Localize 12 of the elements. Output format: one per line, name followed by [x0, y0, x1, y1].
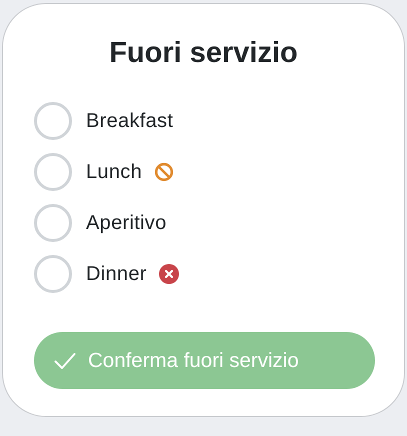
option-label: Dinner [86, 262, 147, 286]
prohibited-icon [154, 162, 174, 182]
radio-button[interactable] [34, 255, 72, 293]
popover-title: Fuori servizio [108, 37, 299, 70]
checkmark-icon [54, 352, 76, 370]
option-label: Lunch [86, 160, 142, 184]
x-circle-icon [158, 264, 179, 284]
option-label: Breakfast [86, 110, 174, 132]
radio-button[interactable] [34, 204, 72, 242]
radio-button[interactable] [34, 102, 72, 140]
radio-button[interactable] [34, 153, 72, 191]
option-label: Aperitivo [86, 212, 167, 234]
